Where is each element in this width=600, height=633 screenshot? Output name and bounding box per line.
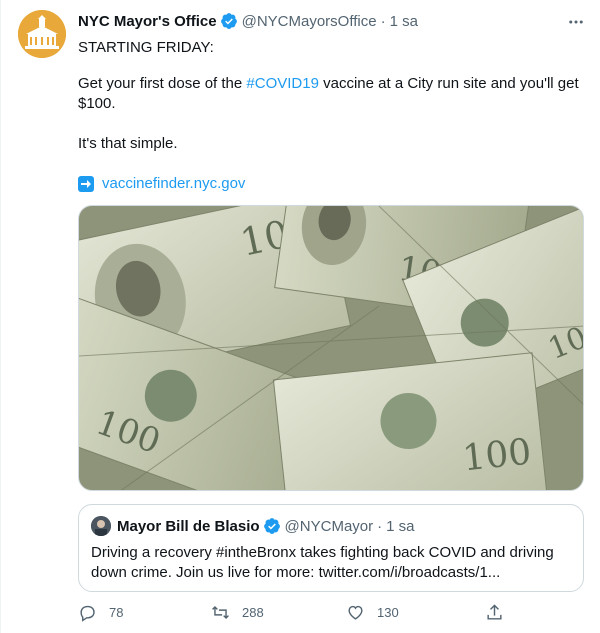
- tweet-text-line-1: STARTING FRIDAY:: [78, 39, 214, 56]
- hashtag-link[interactable]: #COVID19: [246, 75, 319, 92]
- quoted-tweet-header: Mayor Bill de Blasio @NYCMayor · 1 sa: [91, 516, 414, 536]
- quoted-author-name: Mayor Bill de Blasio: [117, 517, 260, 535]
- quoted-verified-badge-icon: [263, 517, 281, 535]
- quoted-tweet-text: Driving a recovery #intheBronx takes fig…: [91, 544, 554, 581]
- verified-badge-icon: [220, 12, 238, 30]
- quoted-tweet[interactable]: Mayor Bill de Blasio @NYCMayor · 1 sa Dr…: [78, 504, 584, 592]
- svg-text:100: 100: [461, 431, 534, 479]
- tweet-action-bar: 78 288 130: [78, 603, 508, 627]
- share-button[interactable]: [485, 603, 516, 622]
- tweet-link-row: vaccinefinder.nyc.gov: [78, 174, 245, 194]
- vaccinefinder-link[interactable]: vaccinefinder.nyc.gov: [102, 174, 245, 194]
- quoted-separator-dot: ·: [377, 517, 383, 535]
- tweet-text-line-3: It's that simple.: [78, 135, 178, 152]
- like-button[interactable]: 130: [346, 603, 399, 622]
- retweet-icon: [212, 605, 229, 620]
- share-icon: [487, 604, 502, 620]
- separator-dot: ·: [380, 12, 386, 30]
- tweet-header: NYC Mayor's Office @NYCMayorsOffice · 1 …: [78, 11, 418, 31]
- tweet-timestamp[interactable]: 1 sa: [390, 13, 418, 30]
- heart-icon: [348, 605, 363, 620]
- city-hall-icon: [18, 10, 66, 58]
- author-handle[interactable]: @NYCMayorsOffice: [242, 13, 377, 30]
- reply-count: 78: [109, 605, 124, 620]
- reply-button[interactable]: 78: [78, 603, 123, 622]
- tweet-text-before-hashtag: Get your first dose of the: [78, 75, 247, 92]
- reply-icon: [80, 605, 95, 622]
- tweet[interactable]: NYC Mayor's Office @NYCMayorsOffice · 1 …: [0, 0, 600, 633]
- quoted-timestamp: 1 sa: [386, 517, 415, 535]
- quoted-author-handle: @NYCMayor: [284, 517, 374, 535]
- money-bills-photo-icon: 100 100 100 100: [79, 206, 583, 490]
- author-avatar[interactable]: [18, 10, 66, 58]
- quoted-author-avatar: [91, 516, 111, 536]
- retweet-count: 288: [242, 605, 264, 620]
- tweet-media-image[interactable]: 100 100 100 100: [78, 205, 584, 491]
- author-name[interactable]: NYC Mayor's Office: [78, 13, 217, 30]
- tweet-text-line-2: Get your first dose of the #COVID19 vacc…: [78, 74, 584, 114]
- like-count: 130: [377, 605, 399, 620]
- retweet-button[interactable]: 288: [211, 603, 264, 622]
- more-options-icon[interactable]: [567, 13, 585, 31]
- right-arrow-icon: [78, 176, 94, 192]
